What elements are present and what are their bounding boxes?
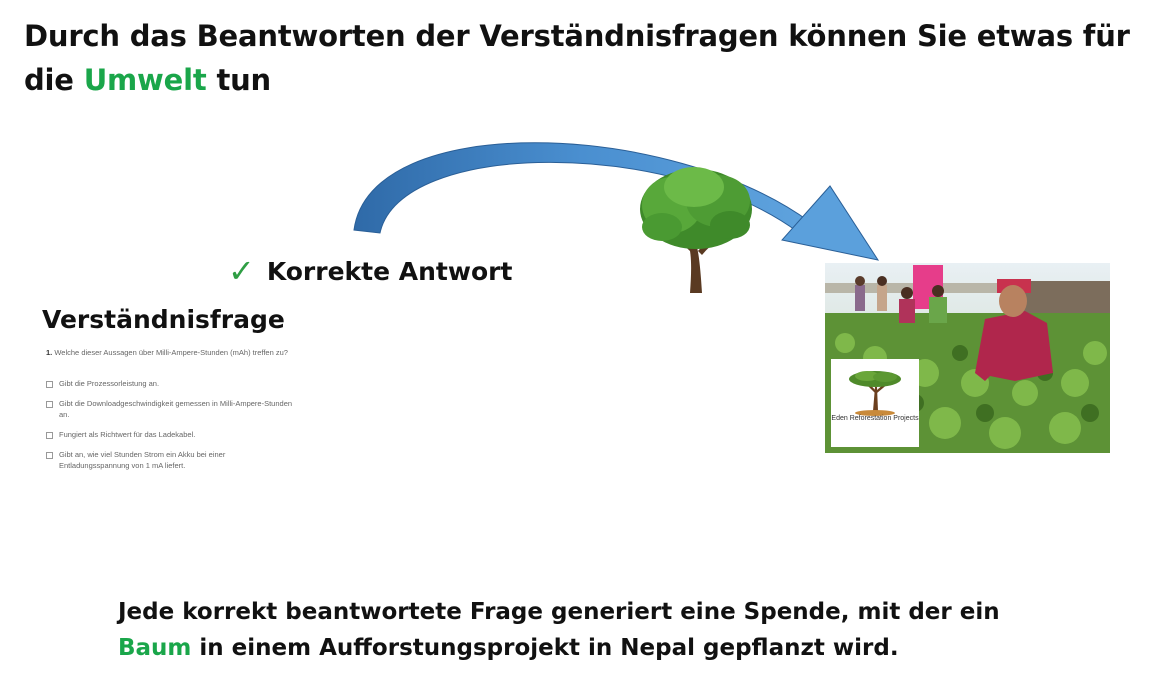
correct-answer-label: Korrekte Antwort	[266, 256, 513, 286]
answer-option[interactable]: Gibt die Prozessorleistung an.	[46, 378, 296, 389]
footer-text: Jede korrekt beantwortete Frage generier…	[118, 594, 1078, 666]
checkbox[interactable]	[46, 401, 53, 408]
answer-option-label: Fungiert als Richtwert für das Ladekabel…	[59, 430, 196, 439]
footer-line2: in einem Aufforstungsprojekt in Nepal ge…	[199, 635, 899, 661]
acacia-tree-icon	[849, 371, 901, 416]
answer-option-label: Gibt die Downloadgeschwindigkeit gemesse…	[59, 399, 293, 419]
headline-end: tun	[216, 63, 271, 97]
checkmark-icon: ✓	[228, 252, 255, 290]
answer-option[interactable]: Gibt an, wie viel Stunden Strom ein Akku…	[46, 449, 296, 471]
footer-highlight: Baum	[118, 635, 192, 661]
answer-option-label: Gibt die Prozessorleistung an.	[59, 379, 160, 388]
footer-line1: Jede korrekt beantwortete Frage generier…	[118, 599, 1000, 625]
question-heading: Verständnisfrage	[42, 305, 285, 334]
headline: Durch das Beantworten der Verständnisfra…	[24, 14, 1144, 102]
checkbox[interactable]	[46, 381, 53, 388]
reforestation-photo: Eden Reforestation Projects	[825, 263, 1110, 453]
answer-option[interactable]: Gibt die Downloadgeschwindigkeit gemesse…	[46, 398, 296, 420]
checkbox[interactable]	[46, 452, 53, 459]
eden-logo: Eden Reforestation Projects	[831, 359, 919, 447]
quiz-card: 1. Welche dieser Aussagen über Milli-Amp…	[46, 347, 296, 480]
answer-option-label: Gibt an, wie viel Stunden Strom ein Akku…	[59, 450, 226, 470]
logo-text: Eden Reforestation Projects	[831, 415, 919, 422]
headline-highlight: Umwelt	[83, 63, 207, 97]
correct-answer: ✓ Korrekte Antwort	[228, 252, 512, 290]
answer-option[interactable]: Fungiert als Richtwert für das Ladekabel…	[46, 429, 296, 440]
checkbox[interactable]	[46, 432, 53, 439]
question-body: Welche dieser Aussagen über Milli-Ampere…	[54, 348, 288, 357]
question-number: 1.	[46, 348, 53, 357]
question-text: 1. Welche dieser Aussagen über Milli-Amp…	[46, 347, 296, 358]
tree-icon	[640, 167, 752, 293]
